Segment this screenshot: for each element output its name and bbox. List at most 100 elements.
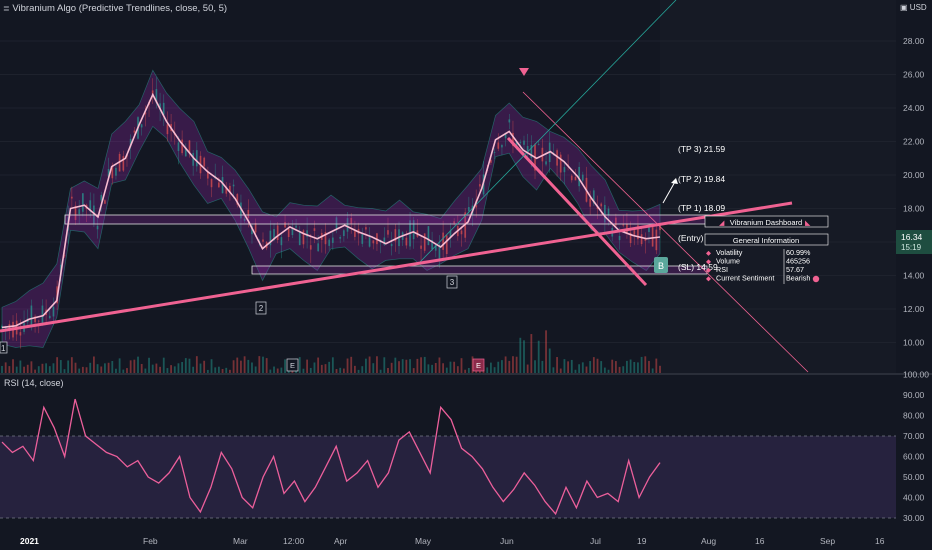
price-tick-label: 24.00 (903, 103, 925, 113)
volume-bar (1, 365, 3, 373)
volume-bar (225, 367, 228, 373)
volume-bar (166, 368, 169, 373)
time-tick-label: 12:00 (283, 536, 305, 546)
volume-bar (199, 363, 202, 373)
price-tick-label: 18.00 (903, 204, 925, 214)
chart-header: ≣ Vibranium Algo (Predictive Trendlines,… (3, 3, 227, 14)
volume-bar (401, 359, 404, 373)
volume-bar (320, 364, 323, 373)
volume-bar (173, 366, 176, 373)
pivot-marker-1-text: 1 (1, 344, 6, 353)
volume-bar (512, 356, 514, 373)
candle-body (427, 226, 430, 246)
volume-bar (96, 364, 99, 373)
candle-body (203, 157, 206, 167)
time-tick-label: Sep (820, 536, 835, 546)
volume-bar (306, 359, 309, 373)
volume-bar (387, 367, 389, 373)
price-axis[interactable]: 28.0026.0024.0022.0020.0018.0016.0014.00… (903, 36, 925, 348)
volume-bar (412, 368, 415, 373)
volume-bar (203, 360, 206, 373)
volume-bar (405, 359, 408, 373)
rsi-axis[interactable]: 100.00 90.00 80.00 70.00 60.00 50.00 40.00 30.0… (903, 370, 929, 524)
rsi-tick-label: 80.00 (903, 411, 925, 421)
volume-bar (530, 334, 533, 373)
volume-bar (651, 368, 654, 373)
indicator-title[interactable]: Vibranium Algo (Predictive Trendlines, c… (12, 3, 227, 14)
tp1-label: (TP 1) 18.09 (678, 203, 725, 213)
candle-body (52, 306, 55, 317)
candle-body (655, 229, 658, 251)
candle-body (545, 161, 547, 165)
volume-bar (409, 359, 411, 373)
candle-body (276, 225, 279, 241)
rsi-title[interactable]: RSI (14, close) (4, 378, 64, 388)
candle-body (353, 231, 356, 237)
volume-bar (357, 369, 360, 373)
volume-bar (379, 369, 382, 373)
volume-bar (85, 367, 88, 373)
volume-bar (339, 367, 342, 373)
time-tick-label: Jun (500, 536, 514, 546)
candle-body (618, 235, 621, 241)
candle-body (104, 200, 106, 204)
volume-bar (523, 340, 525, 373)
candle-body (478, 184, 481, 187)
volume-bar (192, 366, 195, 373)
candle-body (287, 228, 290, 237)
candle-body (317, 243, 320, 252)
candle-body (210, 179, 213, 188)
candle-body (162, 102, 165, 115)
volume-bar (434, 362, 437, 373)
volume-bar (115, 368, 117, 373)
volume-bar (45, 363, 48, 373)
volume-bar (19, 360, 22, 373)
volume-bar (26, 364, 29, 373)
volume-bar (126, 368, 128, 373)
volume-bar (133, 359, 136, 373)
volume-bar (284, 359, 286, 373)
rsi-band (0, 436, 896, 518)
volume-bar (162, 357, 165, 373)
volume-bar (541, 360, 544, 373)
volume-bar (438, 357, 441, 373)
time-axis[interactable]: 2021 Feb Mar 12:00 Apr May Jun Jul 19 Aug 16 Sep 16 (20, 536, 885, 546)
price-chart[interactable]: (TP 3) 21.59 (TP 2) 19.84 (TP 1) 18.09 (… (0, 0, 932, 550)
volume-bar (41, 363, 44, 373)
candle-body (331, 237, 334, 243)
volume-bar (81, 366, 84, 373)
volume-bar (240, 360, 242, 373)
volume-bar (596, 358, 599, 373)
volume-bar (376, 356, 378, 373)
volume-bar (353, 365, 356, 373)
volume-bar (526, 364, 529, 373)
candle-body (133, 130, 136, 133)
volume-bar (254, 366, 257, 373)
candle-body (140, 124, 143, 128)
volume-bar (581, 362, 584, 373)
volume-bar (210, 359, 213, 373)
volume-bar (335, 369, 338, 373)
volume-bar (59, 360, 62, 373)
volume-bar (48, 366, 51, 373)
volume-bar (567, 361, 570, 373)
volume-bar (107, 362, 110, 373)
volume-bar (644, 356, 647, 373)
currency-badge[interactable]: ▣ USD (900, 3, 927, 12)
tp3-label: (TP 3) 21.59 (678, 144, 725, 154)
volume-bar (181, 361, 184, 373)
volume-bar (655, 358, 658, 373)
volume-bar (611, 359, 614, 373)
price-tick-label: 28.00 (903, 36, 925, 46)
candle-body (181, 139, 184, 154)
volume-bar (372, 363, 375, 373)
volume-bar (592, 357, 595, 373)
time-tick-label: 2021 (20, 536, 39, 546)
time-tick-label: May (415, 536, 432, 546)
candle-body (497, 142, 500, 149)
candle-body (420, 245, 422, 249)
support-zone (251, 265, 708, 275)
volume-bar (331, 357, 334, 373)
volume-bar (217, 366, 220, 373)
candle-body (390, 243, 393, 247)
